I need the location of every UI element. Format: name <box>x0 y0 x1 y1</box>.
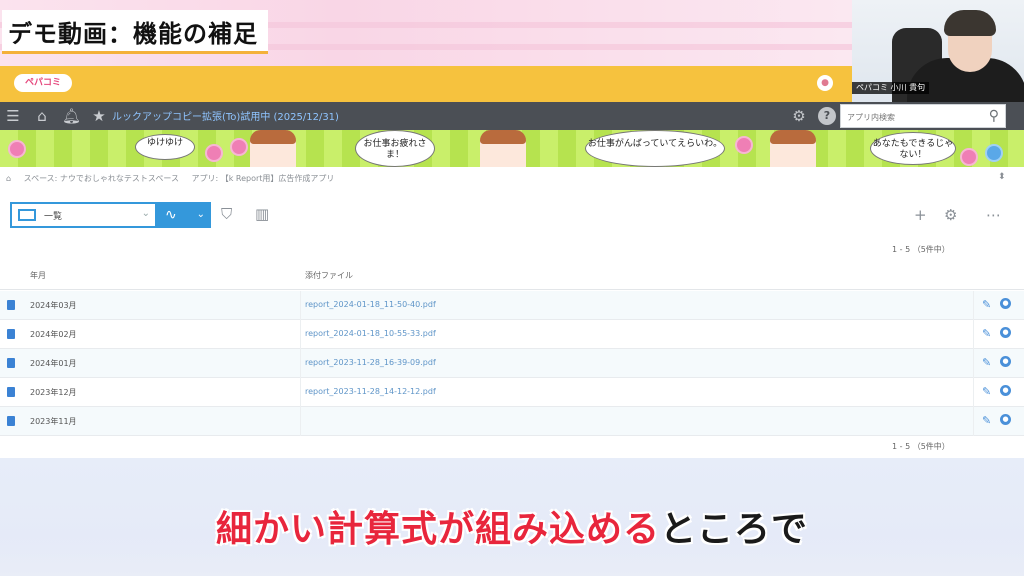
search-box: ⚲ <box>840 104 1006 129</box>
bar-chart-icon[interactable]: ▥ <box>255 205 269 223</box>
table-view-icon <box>18 209 36 221</box>
view-label: 一覧 <box>44 212 63 222</box>
file-icon[interactable] <box>7 329 15 339</box>
column-header-ym[interactable]: 年月 <box>30 270 46 281</box>
filter-icon[interactable]: ⛉ <box>221 205 232 223</box>
pin-icon[interactable]: ⬍ <box>998 172 1006 182</box>
chevron-down-icon: ⌄ <box>141 208 150 219</box>
flower <box>8 140 26 158</box>
record-count-bottom: 1 - 5 （5件中） <box>892 442 950 451</box>
flower <box>230 138 248 156</box>
breadcrumb-app[interactable]: アプリ: 【k Report用】広告作成アプリ <box>192 174 335 183</box>
flower <box>985 144 1003 162</box>
gear-icon[interactable]: ● <box>1000 298 1011 309</box>
flower <box>735 136 753 154</box>
table-row[interactable]: 2023年12月 report_2023-11-28_14-12-12.pdf … <box>0 378 1024 407</box>
star-icon[interactable]: ★ <box>90 107 108 125</box>
cell-ym: 2024年01月 <box>30 359 77 368</box>
column-divider <box>973 349 974 378</box>
flower <box>960 148 978 166</box>
search-icon[interactable]: ⚲ <box>989 108 999 124</box>
cell-attachment-link[interactable]: report_2024-01-18_11-50-40.pdf <box>305 300 436 309</box>
subtitle-caption: 細かい計算式が組み込めるところで <box>0 500 1024 552</box>
presenter-name: ペパコミ 小川 貴句 <box>852 82 930 94</box>
cell-attachment-link[interactable]: report_2023-11-28_14-12-12.pdf <box>305 387 436 396</box>
home-icon[interactable]: ⌂ <box>6 174 11 183</box>
cell-ym: 2024年03月 <box>30 301 77 310</box>
cell-ym: 2024年02月 <box>30 330 77 339</box>
column-divider <box>973 378 974 407</box>
more-icon[interactable]: ⋯ <box>986 206 1001 224</box>
column-divider <box>300 320 301 349</box>
help-icon[interactable]: ? <box>818 107 836 125</box>
gear-icon[interactable]: ● <box>1000 356 1011 367</box>
header-banner: ゆけゆけ お仕事お疲れさま！ お仕事がんばっていてえらいわ。 あなたもできるじゃ… <box>0 130 1024 167</box>
table-row[interactable]: 2024年03月 report_2024-01-18_11-50-40.pdf … <box>0 291 1024 320</box>
logo[interactable]: ペパコミ <box>14 74 72 92</box>
gear-icon[interactable]: ⚙ <box>790 107 808 125</box>
cell-ym: 2023年12月 <box>30 388 77 397</box>
speech-bubble: お仕事お疲れさま！ <box>355 130 435 167</box>
file-icon[interactable] <box>7 416 15 426</box>
edit-icon[interactable]: ✎ <box>982 356 991 369</box>
chevron-down-icon: ⌄ <box>196 209 205 220</box>
table-row[interactable]: 2024年02月 report_2024-01-18_10-55-33.pdf … <box>0 320 1024 349</box>
view-selector[interactable]: 一覧 ⌄ <box>10 202 157 228</box>
table-row[interactable]: 2024年01月 report_2023-11-28_16-39-09.pdf … <box>0 349 1024 378</box>
column-divider <box>300 349 301 378</box>
bell-icon[interactable]: 🔔︎ <box>62 107 81 125</box>
menu-icon[interactable]: ☰ <box>4 107 22 125</box>
cell-attachment-link[interactable]: report_2023-11-28_16-39-09.pdf <box>305 358 436 367</box>
app-title[interactable]: ルックアップコピー拡張(To)試用中 (2025/12/31) <box>112 108 339 123</box>
gear-icon[interactable]: ● <box>1000 327 1011 338</box>
video-title: デモ動画：機能の補足 <box>2 10 268 54</box>
app-header-bar <box>0 66 852 102</box>
table-row[interactable]: 2023年11月 ✎ ● <box>0 407 1024 436</box>
banner-character <box>250 130 296 167</box>
column-divider <box>300 407 301 436</box>
table-header <box>0 260 1024 290</box>
subtitle-highlight: 細かい計算式が組み込める <box>215 508 660 551</box>
graph-button[interactable]: ∿ ⌄ <box>157 202 211 228</box>
gear-icon[interactable]: ● <box>1000 414 1011 425</box>
speech-bubble: ゆけゆけ <box>135 134 195 160</box>
webcam-overlay: ペパコミ 小川 貴句 <box>852 0 1024 102</box>
home-icon[interactable]: ⌂ <box>33 107 51 125</box>
breadcrumb-space[interactable]: スペース: ナウでおしゃれなテストスペース <box>24 174 179 183</box>
column-divider <box>300 291 301 320</box>
gear-icon[interactable]: ● <box>1000 385 1011 396</box>
edit-icon[interactable]: ✎ <box>982 298 991 311</box>
column-divider <box>973 291 974 320</box>
cell-ym: 2023年11月 <box>30 417 77 426</box>
user-avatar-icon[interactable]: ● <box>817 75 833 91</box>
column-divider <box>973 407 974 436</box>
column-divider <box>973 320 974 349</box>
search-input[interactable] <box>841 106 971 129</box>
edit-icon[interactable]: ✎ <box>982 327 991 340</box>
file-icon[interactable] <box>7 387 15 397</box>
presenter-hair <box>944 10 996 36</box>
flower <box>205 144 223 162</box>
edit-icon[interactable]: ✎ <box>982 385 991 398</box>
speech-bubble: あなたもできるじゃない！ <box>870 132 956 165</box>
edit-icon[interactable]: ✎ <box>982 414 991 427</box>
file-icon[interactable] <box>7 300 15 310</box>
banner-character <box>480 130 526 167</box>
plus-icon[interactable]: + <box>914 206 927 224</box>
banner-character <box>770 130 816 167</box>
record-count: 1 - 5 （5件中） <box>892 245 950 254</box>
graph-icon: ∿ <box>165 207 177 223</box>
subtitle-rest: ところで <box>660 509 809 550</box>
file-icon[interactable] <box>7 358 15 368</box>
cell-attachment-link[interactable]: report_2024-01-18_10-55-33.pdf <box>305 329 436 338</box>
settings-icon[interactable]: ⚙ <box>944 206 957 224</box>
column-divider <box>300 378 301 407</box>
column-header-attachment[interactable]: 添付ファイル <box>305 270 353 281</box>
breadcrumb: ⌂ スペース: ナウでおしゃれなテストスペース アプリ: 【k Report用】… <box>6 173 344 184</box>
speech-bubble: お仕事がんばっていてえらいわ。 <box>585 130 725 167</box>
